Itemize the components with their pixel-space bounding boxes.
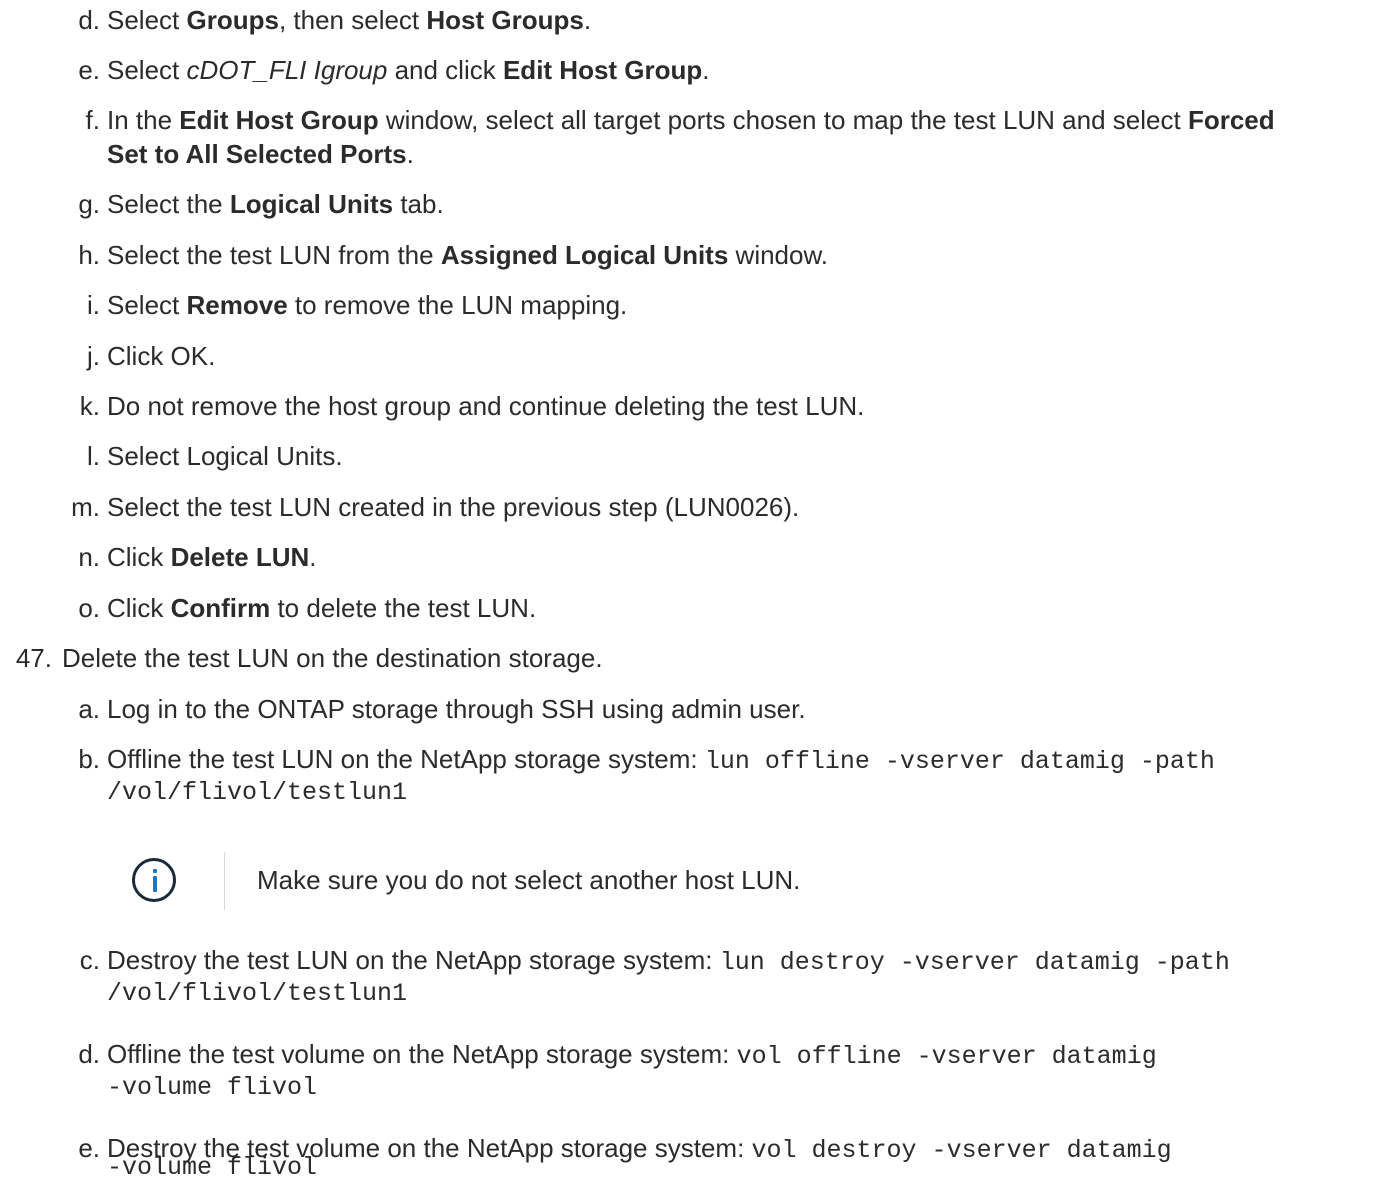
text-run: window, select all target ports chosen t…: [378, 105, 1188, 135]
command-code-line-2: /vol/flivol/testlun1: [107, 979, 408, 1008]
note-admonition: Make sure you do not select another host…: [132, 852, 832, 912]
command-code: lun offline -vserver datamig -path: [704, 747, 1215, 776]
bold-term: Set to All Selected Ports: [107, 139, 407, 169]
step-marker: h.: [78, 240, 100, 270]
command-code: vol offline -vserver datamig: [736, 1042, 1157, 1071]
text-run: Select the test LUN from the: [107, 240, 441, 270]
text-run: .: [309, 542, 317, 572]
step-text: Click OK.: [107, 341, 216, 371]
step-text: Log in to the ONTAP storage through SSH …: [107, 694, 806, 724]
text-run: to delete the test LUN.: [270, 593, 537, 623]
step-text: Select Remove to remove the LUN mapping.: [107, 287, 627, 323]
step-marker: m.: [71, 492, 100, 522]
step-text: Select the Logical Units tab.: [107, 186, 444, 222]
step-text: Select Logical Units.: [107, 441, 343, 471]
bold-term: Delete LUN: [170, 542, 310, 572]
step-marker: j.: [87, 341, 100, 371]
bold-term: Groups: [186, 5, 279, 35]
step-text: Do not remove the host group and continu…: [107, 391, 865, 421]
step-text: Select cDOT_FLI Igroup and click Edit Ho…: [107, 52, 710, 88]
bold-term: Host Groups: [426, 5, 584, 35]
command-code-line-2: -volume flivol: [107, 1073, 318, 1102]
text-run: Select the: [107, 189, 230, 219]
step-marker: k.: [79, 391, 100, 421]
step-text: Select the test LUN from the Assigned Lo…: [107, 237, 828, 273]
step-marker: 47.: [15, 643, 52, 673]
info-icon-stem: [153, 876, 157, 892]
bold-term: Confirm: [170, 593, 271, 623]
text-run: Offline the test volume on the NetApp st…: [107, 1039, 737, 1069]
text-run: tab.: [393, 189, 444, 219]
step-marker: c.: [79, 945, 100, 975]
note-text: Make sure you do not select another host…: [257, 865, 801, 895]
bold-term: Logical Units: [229, 189, 394, 219]
bold-term: Edit Host Group: [502, 55, 703, 85]
info-icon-dot: [153, 869, 157, 873]
text-run: Select: [107, 55, 187, 85]
info-icon: [132, 858, 176, 902]
text-run: In the: [107, 105, 180, 135]
step-text: Click Confirm to delete the test LUN.: [107, 590, 536, 626]
bold-term: Edit Host Group: [179, 105, 379, 135]
command-code-line-2: -volume flivol: [107, 1153, 318, 1182]
step-text: Delete the test LUN on the destination s…: [62, 643, 603, 673]
text-run: .: [583, 5, 592, 35]
command-code: lun destroy -vserver datamig -path: [719, 948, 1230, 977]
command-code-line-2: /vol/flivol/testlun1: [107, 778, 408, 807]
text-run: to remove the LUN mapping.: [287, 290, 628, 320]
step-marker: o.: [78, 593, 100, 623]
text-run: .: [702, 55, 710, 85]
step-marker: i.: [87, 290, 100, 320]
text-run: Destroy the test LUN on the NetApp stora…: [107, 945, 720, 975]
italic-term: cDOT_FLI Igroup: [186, 55, 388, 85]
bold-term: Forced: [1187, 105, 1275, 135]
text-run: Click: [107, 542, 171, 572]
step-f-line-2: Set to All Selected Ports.: [107, 136, 414, 172]
text-run: and click: [387, 55, 503, 85]
step-text: In the Edit Host Group window, select al…: [107, 102, 1275, 138]
command-code: vol destroy -vserver datamig: [751, 1136, 1172, 1165]
bold-term: Remove: [186, 290, 288, 320]
step-marker: e.: [78, 1133, 100, 1163]
note-divider: [224, 852, 225, 910]
text-run: , then select: [278, 5, 427, 35]
text-run: .: [406, 139, 414, 169]
step-marker: b.: [78, 744, 100, 774]
step-text: Select Groups, then select Host Groups.: [107, 2, 591, 38]
step-marker: l.: [87, 441, 100, 471]
step-marker: n.: [78, 542, 100, 572]
step-text: Select the test LUN created in the previ…: [107, 492, 800, 522]
step-marker: a.: [78, 694, 100, 724]
text-run: Click: [107, 593, 171, 623]
step-marker: d.: [78, 5, 100, 35]
bold-term: Assigned Logical Units: [440, 240, 729, 270]
text-run: Select: [107, 5, 187, 35]
step-marker: g.: [78, 189, 100, 219]
text-run: Select: [107, 290, 187, 320]
step-marker: d.: [78, 1039, 100, 1069]
text-run: Offline the test LUN on the NetApp stora…: [107, 744, 705, 774]
step-text: Click Delete LUN.: [107, 539, 317, 575]
document-page: d. Select Groups, then select Host Group…: [0, 0, 1377, 1188]
text-run: window.: [728, 240, 829, 270]
step-marker: f.: [85, 105, 100, 135]
step-marker: e.: [78, 55, 100, 85]
